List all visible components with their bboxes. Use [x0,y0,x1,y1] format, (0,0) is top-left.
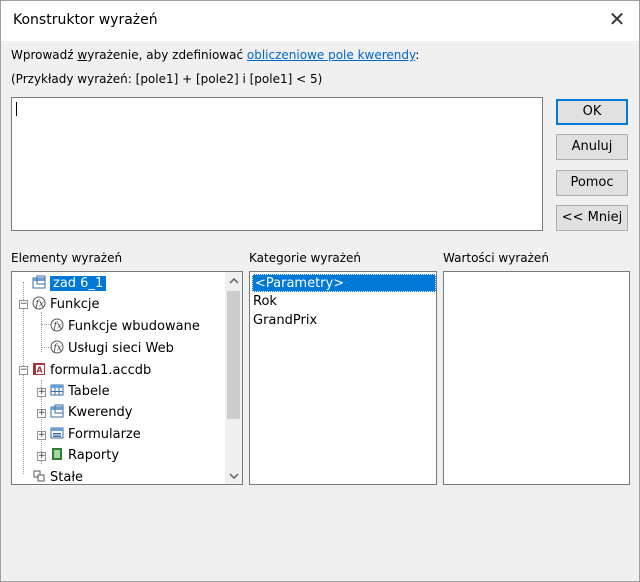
expression-builder-dialog: Konstruktor wyrażeń ✕ Wprowadź wyrażenie… [0,0,640,582]
elements-label: Elementy wyrażeń [11,251,123,265]
svg-text:A: A [37,366,44,375]
tree-item-tables[interactable]: Tabele [50,382,110,402]
ok-button[interactable]: OK [556,99,628,125]
tree-item-label: Usługi sieci Web [68,341,174,356]
less-button[interactable]: << Mniej [556,205,628,231]
expand-icon[interactable]: + [37,388,46,397]
scroll-thumb[interactable] [227,291,240,419]
tree-item-reports[interactable]: Raporty [50,446,119,466]
function-icon: fx [50,318,64,332]
tree-item-label: Stałe [50,470,84,485]
svg-text:fx: fx [53,344,62,354]
help-button[interactable]: Pomoc [556,170,628,196]
cancel-button[interactable]: Anuluj [556,134,628,160]
tree-item-label: Kwerendy [68,405,133,420]
tree-item-label: Tabele [68,384,110,399]
scroll-up-icon[interactable] [225,272,242,289]
collapse-icon[interactable]: − [19,366,28,375]
close-icon[interactable]: ✕ [607,9,627,29]
tree-item-label: Funkcje wbudowane [68,319,200,334]
category-parameters[interactable]: <Parametry> [252,274,436,292]
text-caret [16,102,17,116]
database-icon: A [33,363,45,375]
tree-item-forms[interactable]: Formularze [50,425,141,445]
dialog-title: Konstruktor wyrażeń [13,12,158,28]
expand-icon[interactable]: + [37,409,46,418]
values-label: Wartości wyrażeń [443,251,549,265]
tree-item-web-services[interactable]: fx Usługi sieci Web [50,339,174,359]
instruction-text: Wprowadź wyrażenie, aby zdefiniować obli… [11,48,420,62]
expand-icon[interactable]: + [37,452,46,461]
elements-tree[interactable]: zad 6_1 − fx Funkcje fx Funkcje wbudowane … [11,271,243,485]
tree-item-label: zad 6_1 [50,276,107,291]
function-icon: fx [50,340,64,354]
category-grandprix[interactable]: GrandPrix [253,312,317,330]
scroll-down-icon[interactable] [225,467,242,484]
expression-input[interactable] [11,97,543,231]
report-icon [52,448,62,460]
constant-icon [33,470,45,482]
tree-item-funkcje[interactable]: fx Funkcje [32,295,100,315]
calculated-field-link[interactable]: obliczeniowe pole kwerendy [247,48,415,62]
title-bar: Konstruktor wyrażeń ✕ [1,1,639,41]
function-icon: fx [32,296,46,310]
tree-scrollbar[interactable] [225,272,242,484]
form-icon [50,427,64,439]
tree-item-zad6-1[interactable]: zad 6_1 [32,274,107,294]
values-list[interactable] [443,271,630,485]
tree-item-constants[interactable]: Stałe [32,468,84,485]
categories-label: Kategorie wyrażeń [249,251,362,265]
category-rok[interactable]: Rok [253,293,277,311]
categories-list[interactable]: <Parametry> Rok GrandPrix [249,271,437,485]
tree-item-queries[interactable]: Kwerendy [50,403,132,423]
tree-item-label: formula1.accdb [50,363,152,378]
svg-text:fx: fx [53,322,62,332]
examples-text: (Przykłady wyrażeń: [pole1] + [pole2] i … [11,72,323,86]
query-icon [50,404,64,418]
tree-item-database[interactable]: Aformula1.accdb [32,361,151,381]
collapse-icon[interactable]: − [19,300,28,309]
tree-item-label: Funkcje [50,297,100,312]
svg-text:fx: fx [35,300,44,310]
tree-item-label: Raporty [68,448,120,463]
expand-icon[interactable]: + [37,431,46,440]
tree-item-label: Formularze [68,427,141,442]
table-icon [50,384,64,396]
query-icon [32,275,46,289]
tree-item-builtin-functions[interactable]: fx Funkcje wbudowane [50,317,200,337]
